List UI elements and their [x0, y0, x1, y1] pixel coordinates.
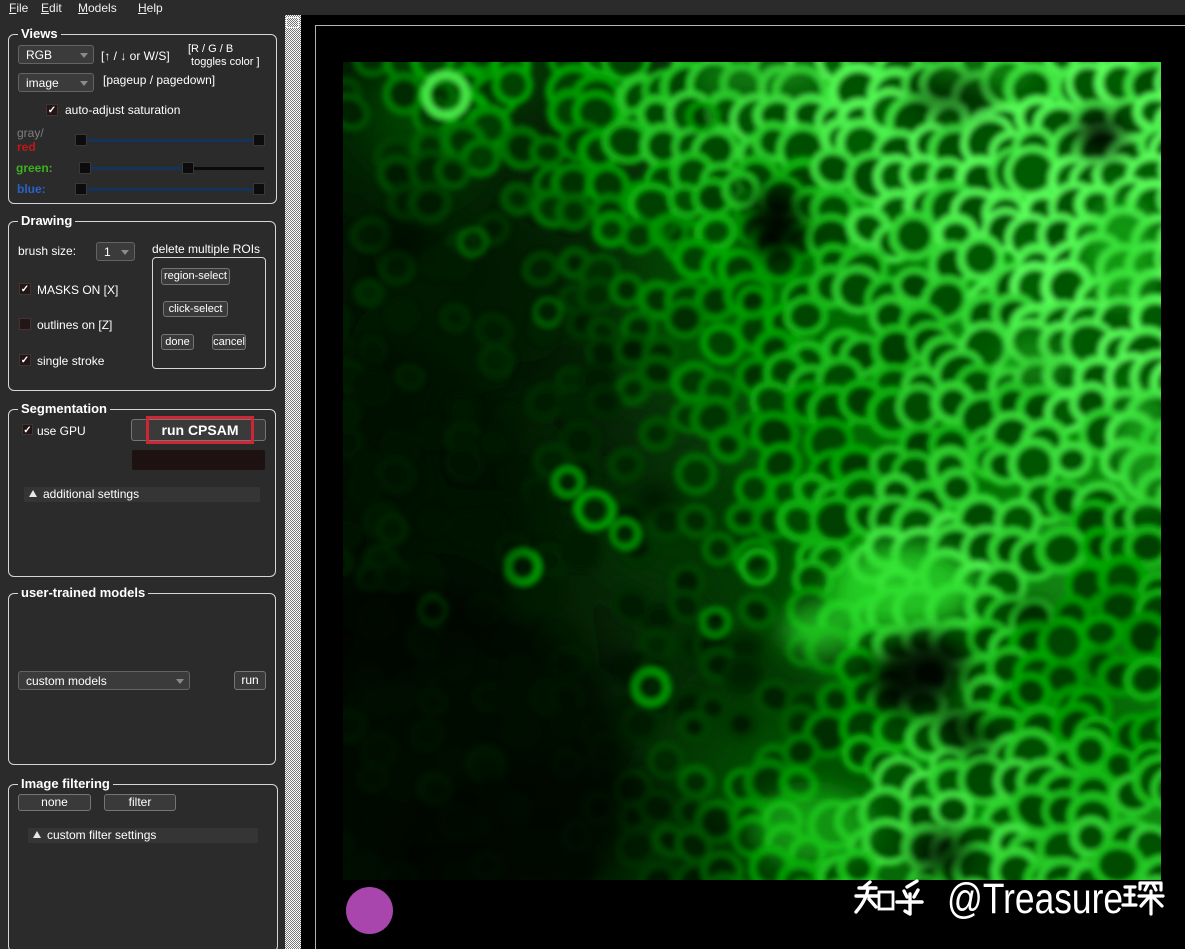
svg-text:@Treasure: @Treasure [947, 875, 1123, 923]
